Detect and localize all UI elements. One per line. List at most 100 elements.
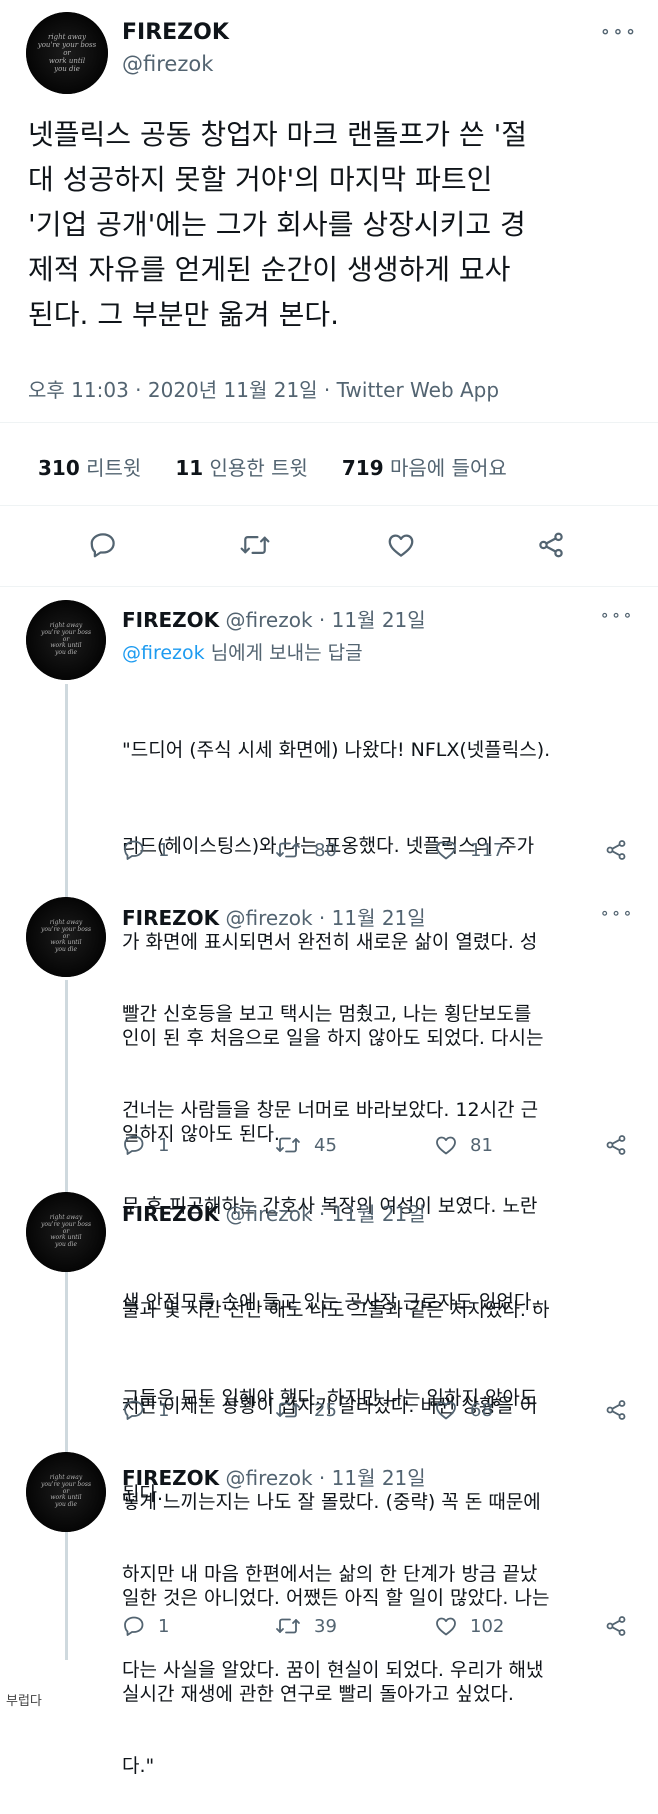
avatar[interactable]: right away you're your boss or work unti…	[26, 1192, 106, 1272]
reply-header: FIREZOK @firezok · 11월 21일	[122, 604, 426, 633]
reply-icon	[122, 838, 146, 862]
likes-stat[interactable]: 719 마음에 들어요	[342, 452, 507, 481]
timestamp[interactable]: · 11월 21일	[319, 1202, 426, 1226]
reply-count: 1	[158, 1134, 170, 1156]
thread-line	[65, 1272, 68, 1452]
reply-text-line: 다."	[122, 1755, 155, 1777]
thread-line	[65, 684, 68, 904]
reply-text-line: 지만 이제는 상황이 갑자기 달라졌다. 바뀐 상황을 어	[122, 1395, 538, 1417]
reply-icon	[122, 1614, 146, 1638]
retweet-button[interactable]: 25	[274, 1398, 337, 1422]
retweets-label: 리트윗	[86, 456, 142, 480]
display-name[interactable]: FIREZOK	[122, 906, 219, 930]
reply-to-line: @firezok 님에게 보내는 답글	[122, 638, 363, 665]
share-icon[interactable]	[604, 1133, 628, 1157]
reply-button[interactable]: 1	[122, 1398, 169, 1422]
quotes-label: 인용한 트윗	[209, 456, 308, 480]
reply-icon[interactable]	[88, 530, 118, 560]
reply-to-suffix: 님에게 보내는 답글	[204, 642, 363, 664]
reply-icon	[122, 1398, 146, 1422]
quotes-count: 11	[175, 456, 204, 480]
share-icon[interactable]	[604, 1614, 628, 1638]
retweet-count: 80	[314, 839, 337, 861]
divider	[0, 422, 658, 423]
retweet-button[interactable]: 80	[274, 838, 337, 862]
like-button[interactable]: 81	[434, 1133, 493, 1157]
likes-label: 마음에 들어요	[389, 456, 507, 480]
reply-button[interactable]: 1	[122, 838, 169, 862]
timestamp[interactable]: · 11월 21일	[319, 608, 426, 632]
like-button[interactable]: 68	[434, 1398, 493, 1422]
share-icon[interactable]	[604, 838, 628, 862]
avatar-mug-text: right away you're your boss or work unti…	[40, 1473, 92, 1509]
retweet-icon	[274, 1614, 302, 1638]
avatar[interactable]: right away you're your boss or work unti…	[26, 897, 106, 977]
handle[interactable]: @firezok	[122, 52, 213, 76]
more-icon[interactable]: ∘∘∘	[600, 904, 634, 922]
retweet-count: 39	[314, 1615, 337, 1637]
reply-header: FIREZOK @firezok · 11월 21일	[122, 1462, 426, 1491]
share-icon[interactable]	[536, 530, 566, 560]
like-count: 117	[470, 839, 505, 861]
retweet-icon	[274, 1398, 302, 1422]
like-count: 68	[470, 1399, 493, 1421]
avatar-mug-text: right away you're your boss or work unti…	[37, 32, 97, 74]
retweet-icon	[274, 1133, 302, 1157]
handle[interactable]: @firezok	[226, 608, 313, 632]
like-icon	[434, 838, 458, 862]
retweet-count: 25	[314, 1399, 337, 1421]
tweet-text-line: 대 성공하지 못할 거야'의 마지막 파트인	[28, 163, 493, 196]
reply-text-line: 리드(헤이스팅스)와 나는 포옹했다. 넷플릭스의 주가	[122, 835, 535, 857]
tweet-text: 넷플릭스 공동 창업자 마크 랜돌프가 쓴 '절 대 성공하지 못할 거야'의 …	[28, 112, 648, 337]
avatar[interactable]: right away you're your boss or work unti…	[26, 1452, 106, 1532]
retweet-button[interactable]: 39	[274, 1614, 337, 1638]
reply-button[interactable]: 1	[122, 1133, 169, 1157]
display-name[interactable]: FIREZOK	[122, 608, 219, 632]
display-name[interactable]: FIREZOK	[122, 20, 229, 45]
retweets-count: 310	[38, 456, 80, 480]
reply-count: 1	[158, 1399, 170, 1421]
display-name[interactable]: FIREZOK	[122, 1466, 219, 1490]
quotes-stat[interactable]: 11 인용한 트윗	[175, 452, 308, 481]
handle[interactable]: @firezok	[226, 1202, 313, 1226]
handle[interactable]: @firezok	[226, 1466, 313, 1490]
handle[interactable]: @firezok	[226, 906, 313, 930]
tweet-text-line: 된다. 그 부분만 옮겨 본다.	[28, 298, 340, 331]
retweet-icon[interactable]	[238, 530, 272, 560]
more-icon[interactable]: ∘∘∘	[600, 22, 638, 42]
like-button[interactable]: 117	[434, 838, 504, 862]
timestamp[interactable]: · 11월 21일	[319, 906, 426, 930]
reply-button[interactable]: 1	[122, 1614, 169, 1638]
tweet-meta[interactable]: 오후 11:03 · 2020년 11월 21일 · Twitter Web A…	[28, 374, 499, 403]
tweet-text-line: 제적 자유를 얻게된 순간이 생생하게 묘사	[28, 253, 511, 286]
reply-text-line: 하지만 내 마음 한편에서는 삶의 한 단계가 방금 끝났	[122, 1563, 538, 1585]
avatar[interactable]: right away you're your boss or work unti…	[26, 12, 108, 94]
retweets-stat[interactable]: 310 리트윗	[38, 452, 141, 481]
reply-header: FIREZOK @firezok · 11월 21일	[122, 902, 426, 931]
share-icon[interactable]	[604, 1398, 628, 1422]
thread-line	[65, 980, 68, 1193]
like-icon[interactable]	[386, 530, 416, 560]
like-count: 102	[470, 1615, 505, 1637]
timestamp[interactable]: · 11월 21일	[319, 1466, 426, 1490]
tweet-text-line: 넷플릭스 공동 창업자 마크 랜돌프가 쓴 '절	[28, 118, 528, 151]
avatar[interactable]: right away you're your boss or work unti…	[26, 600, 106, 680]
more-icon[interactable]: ∘∘∘	[600, 606, 634, 624]
stats-bar: 310 리트윗 11 인용한 트윗 719 마음에 들어요	[38, 452, 507, 481]
like-icon	[434, 1398, 458, 1422]
tweet-text-line: '기업 공개'에는 그가 회사를 상장시키고 경	[28, 208, 526, 241]
avatar-mug-text: right away you're your boss or work unti…	[40, 621, 92, 657]
retweet-count: 45	[314, 1134, 337, 1156]
reply-text-line: 빨간 신호등을 보고 택시는 멈췄고, 나는 횡단보도를	[122, 1003, 532, 1025]
reply-text-line: 다는 사실을 알았다. 꿈이 현실이 되었다. 우리가 해냈	[122, 1659, 544, 1681]
display-name[interactable]: FIREZOK	[122, 1202, 219, 1226]
divider	[0, 586, 658, 587]
reply-to-handle[interactable]: @firezok	[122, 642, 205, 664]
reply-count: 1	[158, 1615, 170, 1637]
retweet-icon	[274, 838, 302, 862]
likes-count: 719	[341, 456, 384, 480]
like-icon	[434, 1614, 458, 1638]
avatar-mug-text: right away you're your boss or work unti…	[40, 918, 92, 954]
retweet-button[interactable]: 45	[274, 1133, 337, 1157]
like-button[interactable]: 102	[434, 1614, 504, 1638]
